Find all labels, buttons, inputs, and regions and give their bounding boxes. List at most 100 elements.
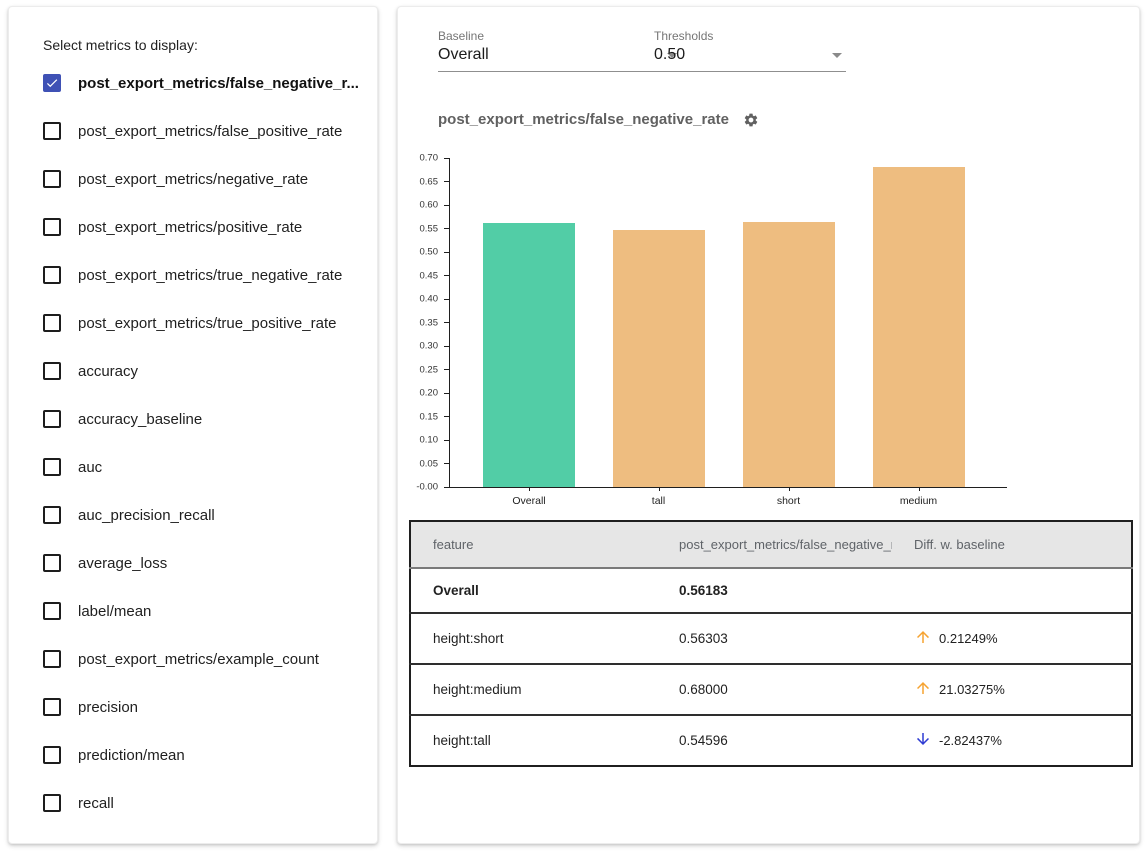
metric-value-cell: 0.68000 <box>657 664 892 715</box>
metric-checkbox-item[interactable]: accuracy <box>43 347 367 395</box>
x-axis-tick <box>919 487 920 491</box>
checkbox-unchecked-icon[interactable] <box>43 122 61 140</box>
metric-checkbox-item[interactable]: recall <box>43 779 367 827</box>
diff-cell <box>892 568 1132 613</box>
y-tick-label: 0.30 <box>398 341 438 352</box>
metrics-table: featurepost_export_metrics/false_negativ… <box>409 520 1133 767</box>
settings-gear-icon[interactable] <box>743 112 759 128</box>
y-axis-tick <box>444 416 449 417</box>
y-axis-tick <box>444 275 449 276</box>
checkbox-unchecked-icon[interactable] <box>43 458 61 476</box>
y-axis-tick <box>444 158 449 159</box>
checkbox-checked-icon[interactable] <box>43 74 61 92</box>
metric-label: recall <box>78 795 114 812</box>
y-axis-tick <box>444 252 449 253</box>
diff-cell: 0.21249% <box>892 613 1132 664</box>
metric-checkbox-item[interactable]: post_export_metrics/true_positive_rate <box>43 299 367 347</box>
table-row: height:tall0.54596 -2.82437% <box>410 715 1132 766</box>
fairness-results-panel: Baseline Overall Thresholds 0.50 post_ex… <box>397 6 1140 844</box>
metric-checkbox-item[interactable]: post_export_metrics/false_positive_rate <box>43 107 367 155</box>
checkbox-unchecked-icon[interactable] <box>43 266 61 284</box>
feature-cell: Overall <box>410 568 657 613</box>
chart-title: post_export_metrics/false_negative_rate <box>438 111 729 128</box>
metric-checkbox-item[interactable]: auc <box>43 443 367 491</box>
table-header-cell: post_export_metrics/false_negative_rat..… <box>657 521 892 568</box>
y-axis-tick <box>444 181 449 182</box>
checkbox-unchecked-icon[interactable] <box>43 506 61 524</box>
arrow-up-icon <box>914 679 939 700</box>
checkbox-unchecked-icon[interactable] <box>43 170 61 188</box>
feature-cell: height:tall <box>410 715 657 766</box>
metric-checkbox-item[interactable]: accuracy_baseline <box>43 395 367 443</box>
metric-checkbox-item[interactable]: auc_precision_recall <box>43 491 367 539</box>
x-tick-label: Overall <box>469 495 589 507</box>
diff-cell: -2.82437% <box>892 715 1132 766</box>
metric-checkbox-item[interactable]: average_loss <box>43 539 367 587</box>
checkbox-unchecked-icon[interactable] <box>43 794 61 812</box>
y-axis-tick <box>444 228 449 229</box>
metric-checkbox-item[interactable]: prediction/mean <box>43 731 367 779</box>
metric-value-cell: 0.56303 <box>657 613 892 664</box>
baseline-select[interactable]: Baseline Overall <box>438 29 681 72</box>
diff-percent: 0.21249% <box>939 631 998 646</box>
y-tick-label: 0.40 <box>398 294 438 305</box>
metric-value-cell: 0.54596 <box>657 715 892 766</box>
diff-cell: 21.03275% <box>892 664 1132 715</box>
table-row: height:short0.56303 0.21249% <box>410 613 1132 664</box>
y-tick-label: 0.60 <box>398 200 438 211</box>
checkbox-unchecked-icon[interactable] <box>43 602 61 620</box>
checkbox-unchecked-icon[interactable] <box>43 650 61 668</box>
metric-selector-panel: Select metrics to display: post_export_m… <box>8 6 378 844</box>
checkbox-unchecked-icon[interactable] <box>43 314 61 332</box>
metric-checkbox-item[interactable]: label/mean <box>43 587 367 635</box>
metric-label: post_export_metrics/true_negative_rate <box>78 267 342 284</box>
y-tick-label: 0.35 <box>398 317 438 328</box>
metric-label: post_export_metrics/example_count <box>78 651 319 668</box>
metric-checkbox-item[interactable]: post_export_metrics/true_negative_rate <box>43 251 367 299</box>
checkbox-unchecked-icon[interactable] <box>43 746 61 764</box>
metric-label: label/mean <box>78 603 151 620</box>
thresholds-select-label: Thresholds <box>654 29 846 43</box>
x-tick-label: medium <box>859 495 979 507</box>
metric-label: prediction/mean <box>78 747 185 764</box>
diff-indicator: 0.21249% <box>914 628 1123 649</box>
checkbox-unchecked-icon[interactable] <box>43 218 61 236</box>
y-axis-tick <box>444 299 449 300</box>
metric-label: post_export_metrics/positive_rate <box>78 219 302 236</box>
y-axis-tick <box>444 393 449 394</box>
table-row: Overall0.56183 <box>410 568 1132 613</box>
bar-short[interactable] <box>743 222 835 487</box>
y-tick-label: 0.05 <box>398 458 438 469</box>
y-tick-label: 0.45 <box>398 270 438 281</box>
metric-selector-title: Select metrics to display: <box>43 37 198 53</box>
metric-checkbox-item[interactable]: post_export_metrics/positive_rate <box>43 203 367 251</box>
diff-indicator: 21.03275% <box>914 679 1123 700</box>
bar-chart: 0.700.650.600.550.500.450.400.350.300.25… <box>449 158 1007 488</box>
y-axis-tick <box>444 463 449 464</box>
checkbox-unchecked-icon[interactable] <box>43 698 61 716</box>
checkbox-unchecked-icon[interactable] <box>43 554 61 572</box>
metric-checkbox-item[interactable]: precision <box>43 683 367 731</box>
metric-list: post_export_metrics/false_negative_r...p… <box>43 59 367 827</box>
metric-label: post_export_metrics/false_positive_rate <box>78 123 342 140</box>
checkbox-unchecked-icon[interactable] <box>43 410 61 428</box>
feature-cell: height:short <box>410 613 657 664</box>
bar-tall[interactable] <box>613 230 705 487</box>
checkbox-unchecked-icon[interactable] <box>43 362 61 380</box>
metric-checkbox-item[interactable]: post_export_metrics/negative_rate <box>43 155 367 203</box>
metric-label: post_export_metrics/false_negative_r... <box>78 75 359 92</box>
y-tick-label: 0.65 <box>398 176 438 187</box>
metric-label: auc <box>78 459 102 476</box>
table-row: height:medium0.6800021.03275% <box>410 664 1132 715</box>
metric-checkbox-item[interactable]: post_export_metrics/false_negative_r... <box>43 59 367 107</box>
y-tick-label: 0.55 <box>398 223 438 234</box>
bar-overall[interactable] <box>483 223 575 487</box>
thresholds-select[interactable]: Thresholds 0.50 <box>654 29 846 72</box>
bar-medium[interactable] <box>873 167 965 487</box>
x-axis-tick <box>529 487 530 491</box>
y-tick-label: 0.10 <box>398 435 438 446</box>
baseline-select-value: Overall <box>438 46 489 64</box>
metric-checkbox-item[interactable]: post_export_metrics/example_count <box>43 635 367 683</box>
diff-percent: -2.82437% <box>939 733 1002 748</box>
thresholds-select-value: 0.50 <box>654 46 685 64</box>
